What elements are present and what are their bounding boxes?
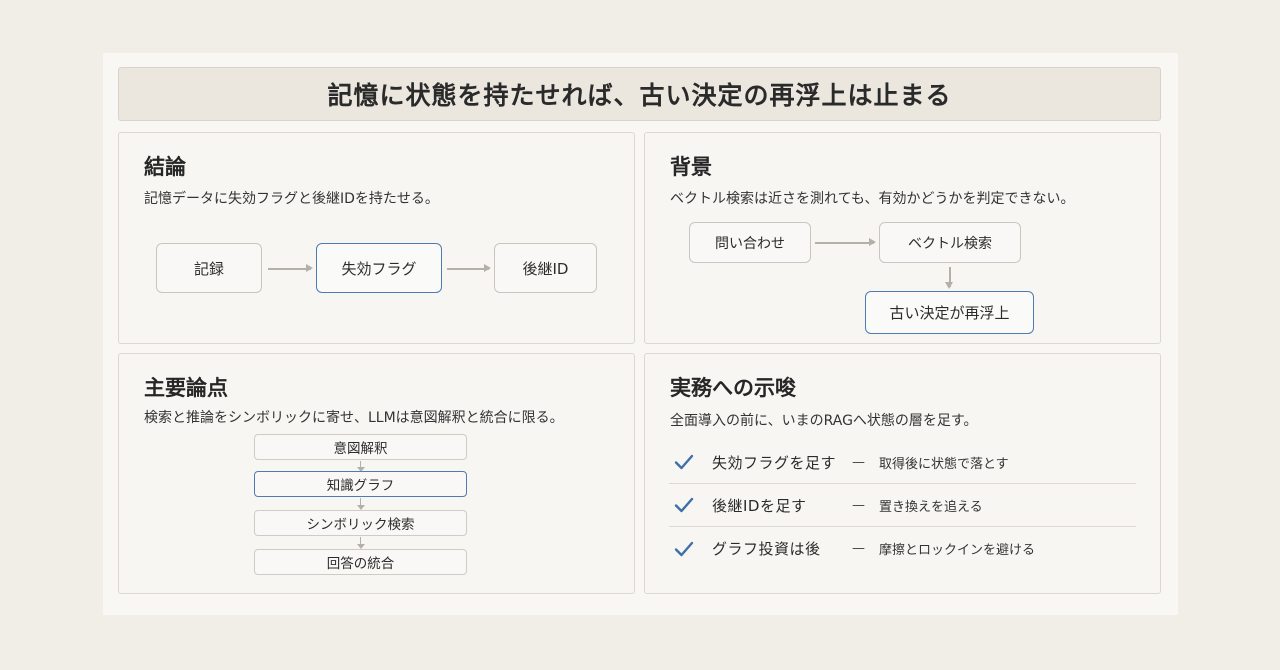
flow-arrow-1 bbox=[268, 265, 313, 271]
step-intent: 意図解釈 bbox=[254, 434, 467, 460]
implications-subtitle: 全面導入の前に、いまのRAGへ状態の層を足す。 bbox=[670, 413, 978, 429]
implication-label: 後継IDを足す bbox=[712, 496, 807, 515]
step-arrow-3 bbox=[355, 537, 366, 549]
implication-label: グラフ投資は後 bbox=[712, 540, 821, 558]
step-arrow-2 bbox=[355, 498, 366, 510]
implication-dash: — bbox=[852, 454, 865, 470]
implication-dash: — bbox=[852, 497, 865, 513]
step-arrow-1 bbox=[355, 461, 366, 472]
background-subtitle: ベクトル検索は近さを測れても、有効かどうかを判定できない。 bbox=[670, 191, 1075, 207]
key-points-subtitle: 検索と推論をシンボリックに寄せ、LLMは意図解釈と統合に限る。 bbox=[144, 410, 564, 426]
flow-box-vector-search: ベクトル検索 bbox=[879, 222, 1021, 263]
flow-box-old-decision: 古い決定が再浮上 bbox=[865, 291, 1034, 334]
implications-heading: 実務への示唆 bbox=[670, 376, 796, 400]
implication-detail: 置き換えを追える bbox=[879, 499, 983, 515]
implication-detail: 取得後に状態で落とす bbox=[879, 456, 1009, 472]
step-answer-integration: 回答の統合 bbox=[254, 549, 467, 575]
implication-item: 後継IDを足す — 置き換えを追える bbox=[669, 484, 1136, 527]
flow-arrow-down bbox=[946, 267, 952, 289]
implications-panel: 実務への示唆 全面導入の前に、いまのRAGへ状態の層を足す。 失効フラグを足す … bbox=[644, 353, 1161, 594]
implication-item: 失効フラグを足す — 取得後に状態で落とす bbox=[669, 441, 1136, 484]
flow-arrow-query bbox=[815, 239, 876, 245]
implication-item: グラフ投資は後 — 摩擦とロックインを避ける bbox=[669, 527, 1136, 570]
step-knowledge-graph: 知識グラフ bbox=[254, 471, 467, 497]
background-heading: 背景 bbox=[670, 155, 712, 179]
key-points-heading: 主要論点 bbox=[144, 376, 228, 400]
background-panel: 背景 ベクトル検索は近さを測れても、有効かどうかを判定できない。 問い合わせ ベ… bbox=[644, 132, 1161, 344]
slide-title: 記憶に状態を持たせれば、古い決定の再浮上は止まる bbox=[118, 67, 1161, 121]
flow-box-expiry-flag: 失効フラグ bbox=[316, 243, 442, 293]
check-icon bbox=[674, 454, 694, 470]
implication-detail: 摩擦とロックインを避ける bbox=[879, 543, 1036, 558]
flow-box-record: 記録 bbox=[156, 243, 262, 293]
conclusion-heading: 結論 bbox=[144, 155, 186, 179]
implication-dash: — bbox=[852, 541, 865, 556]
check-icon bbox=[674, 541, 694, 556]
flow-box-successor-id: 後継ID bbox=[494, 243, 597, 293]
step-symbolic-search: シンボリック検索 bbox=[254, 510, 467, 536]
flow-arrow-2 bbox=[447, 265, 491, 271]
conclusion-subtitle: 記憶データに失効フラグと後継IDを持たせる。 bbox=[144, 191, 439, 207]
conclusion-panel: 結論 記憶データに失効フラグと後継IDを持たせる。 記録 失効フラグ 後継ID bbox=[118, 132, 635, 344]
key-points-panel: 主要論点 検索と推論をシンボリックに寄せ、LLMは意図解釈と統合に限る。 意図解… bbox=[118, 353, 635, 594]
implication-label: 失効フラグを足す bbox=[712, 453, 837, 472]
check-icon bbox=[674, 497, 694, 513]
flow-box-query: 問い合わせ bbox=[689, 222, 811, 263]
